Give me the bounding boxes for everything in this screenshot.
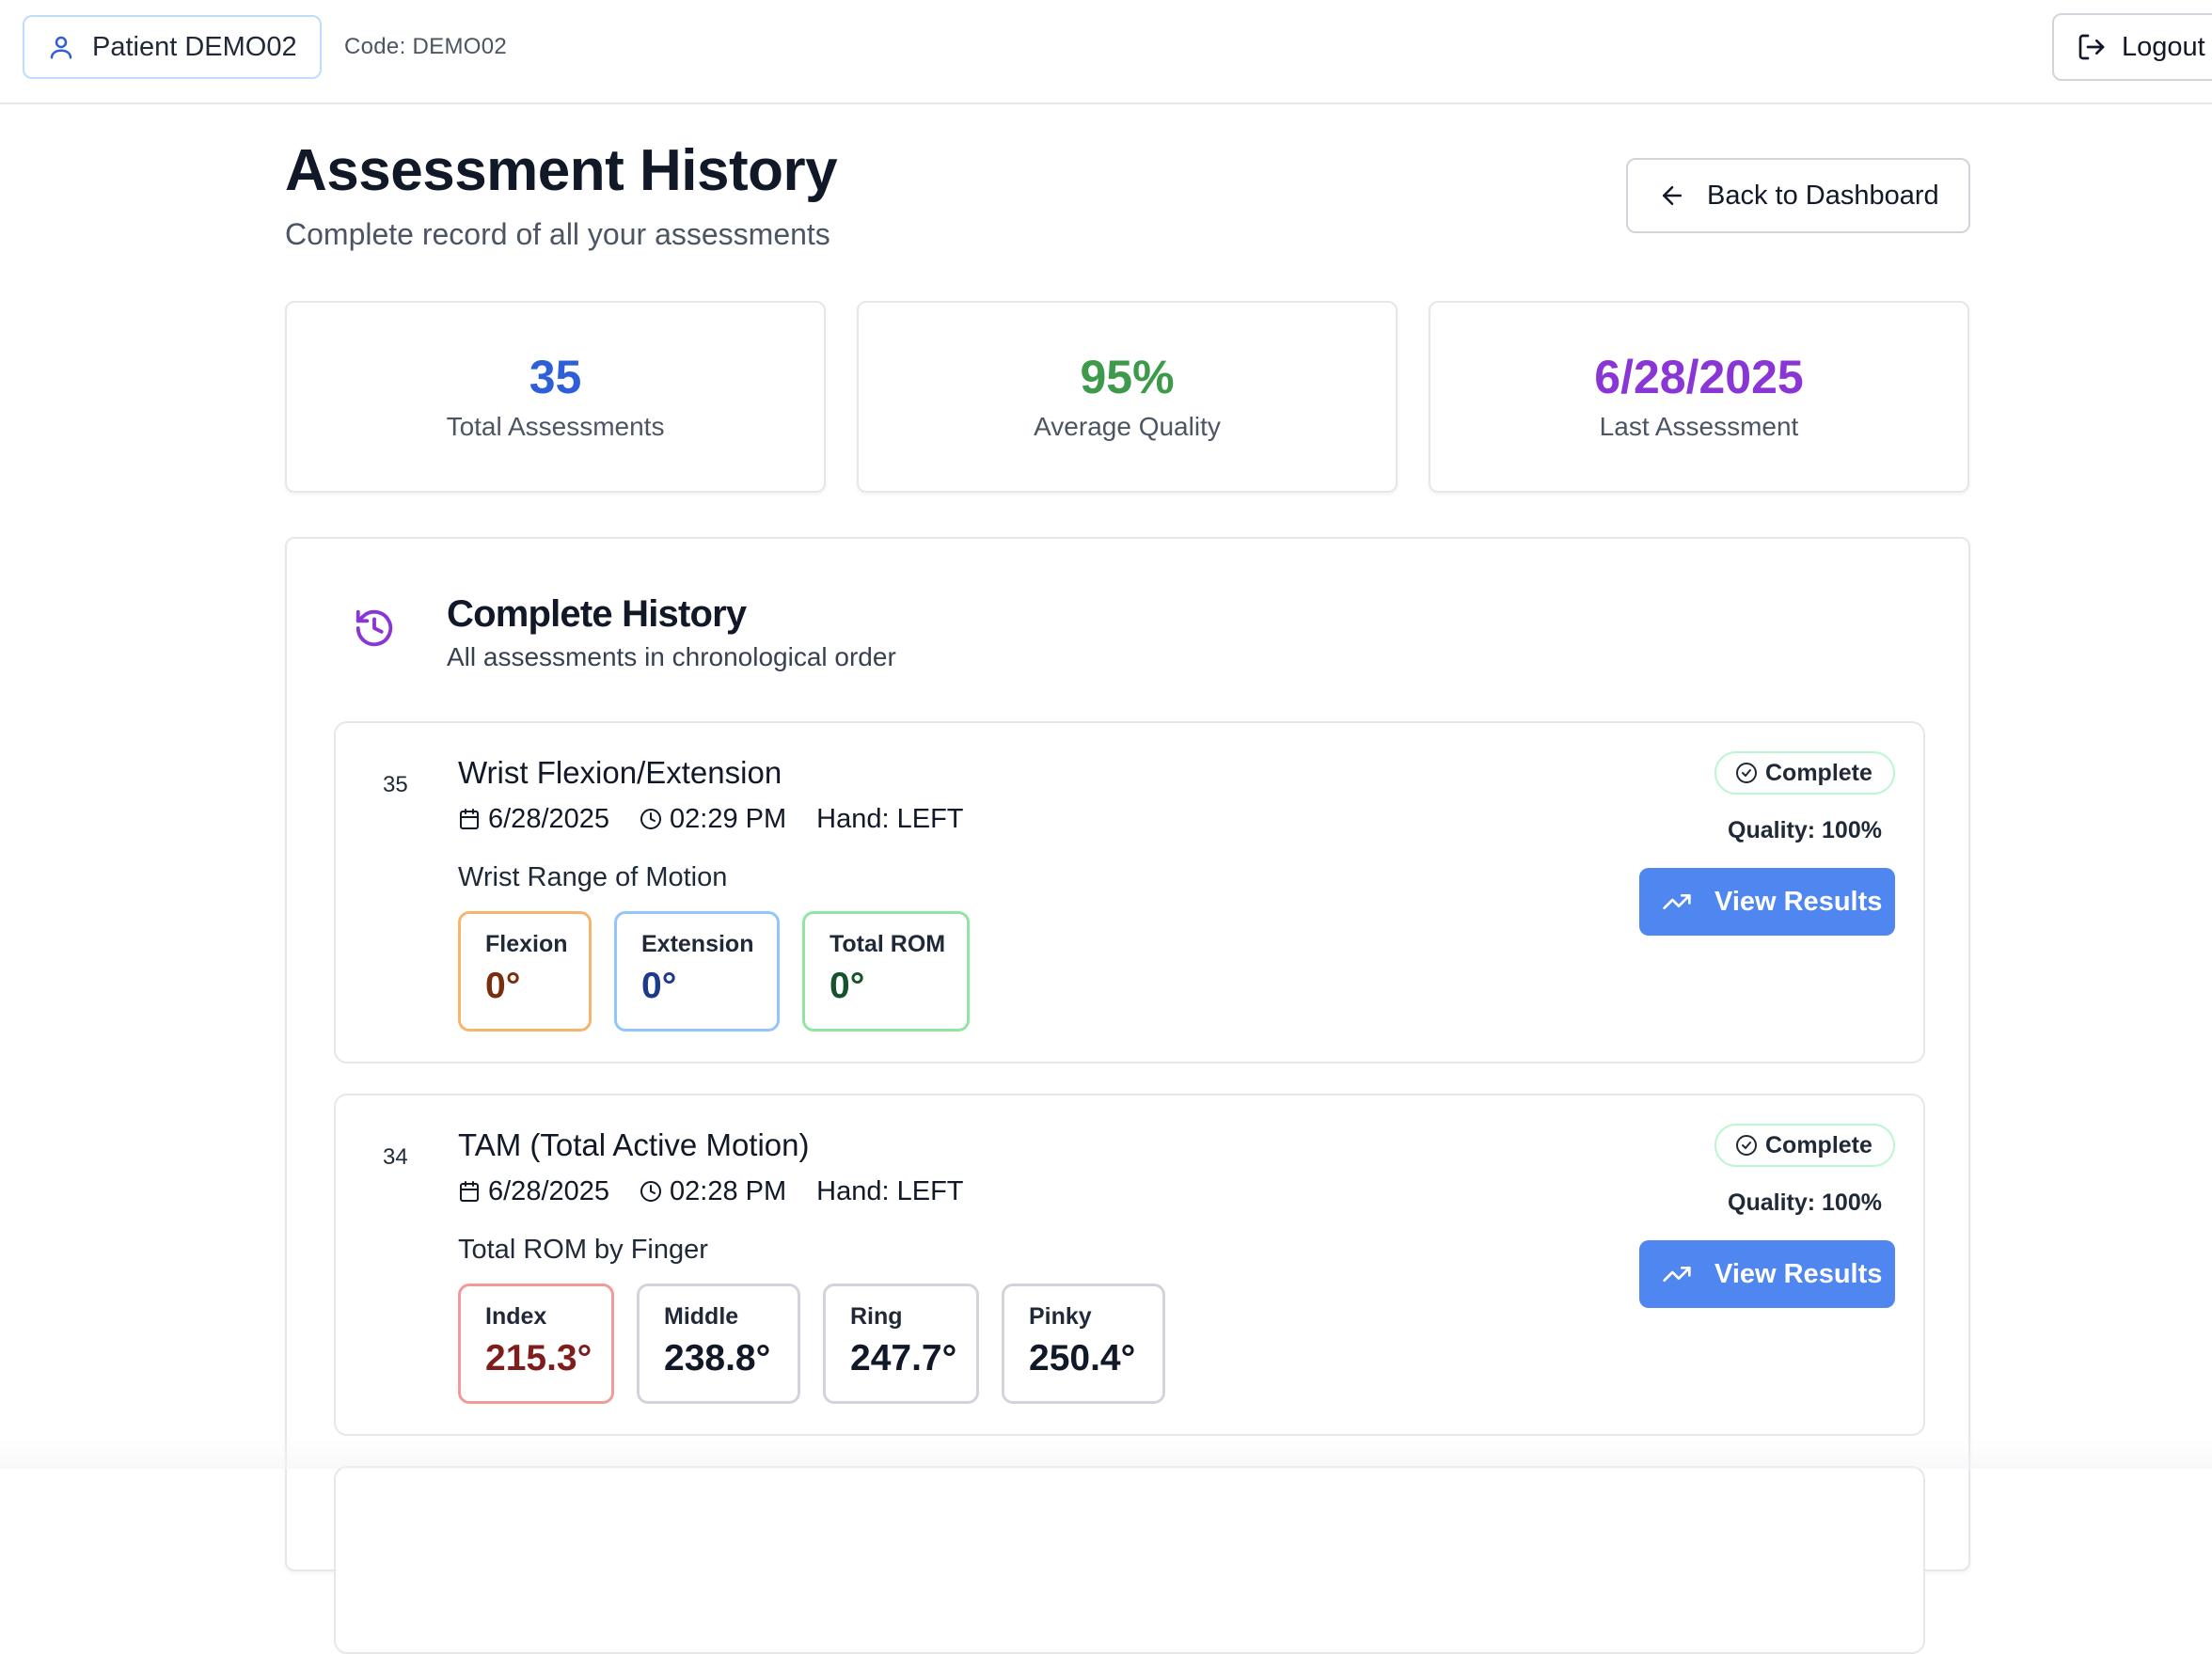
metric-row: Flexion 0° Extension 0° Total ROM 0° (458, 911, 992, 1032)
metric-box-ring: Ring 247.7° (823, 1284, 979, 1404)
metric-box-flexion: Flexion 0° (458, 911, 592, 1032)
assessment-card: 34 TAM (Total Active Motion) 6/28/2025 0… (334, 1094, 1925, 1436)
assessment-time: 02:29 PM (670, 803, 787, 834)
metric-value: 250.4° (1029, 1338, 1136, 1378)
assessment-number: 35 (383, 772, 408, 797)
metric-value: 247.7° (850, 1338, 957, 1378)
metric-heading: Wrist Range of Motion (458, 862, 728, 892)
history-panel: Complete History All assessments in chro… (285, 537, 1970, 1654)
trending-up-icon (1663, 894, 1691, 909)
arrow-left-icon (1663, 186, 1682, 205)
history-title: Complete History (447, 593, 747, 635)
view-results-label: View Results (1714, 1258, 1883, 1289)
scroll-fade (0, 1439, 2212, 1469)
stat-card-total: 35 Total Assessments (285, 301, 826, 493)
assessment-hand: Hand: LEFT (816, 803, 964, 834)
patient-code: Code: DEMO02 (344, 34, 508, 59)
assessment-title: Wrist Flexion/Extension (458, 755, 782, 790)
view-results-label: View Results (1714, 886, 1883, 917)
assessment-hand: Hand: LEFT (816, 1175, 964, 1206)
metric-box-total-rom: Total ROM 0° (802, 911, 970, 1032)
patient-pill[interactable]: Patient DEMO02 (23, 15, 322, 79)
stat-label-total: Total Assessments (446, 412, 665, 441)
metric-label: Total ROM (830, 931, 946, 957)
metric-label: Pinky (1029, 1303, 1092, 1330)
metric-value: 0° (830, 966, 865, 1006)
top-bar: Patient DEMO02 Code: DEMO02 Logout (0, 0, 2212, 104)
metric-label: Ring (850, 1303, 903, 1330)
assessment-time: 02:28 PM (670, 1175, 787, 1206)
metric-row: Index 215.3° Middle 238.8° Ring 247.7° P… (458, 1284, 1188, 1404)
clock-icon (640, 809, 662, 829)
logout-label: Logout (2122, 31, 2205, 62)
back-to-dashboard-button[interactable]: Back to Dashboard (1626, 158, 1970, 233)
trending-up-icon (1663, 1267, 1691, 1282)
page-subtitle: Complete record of all your assessments (285, 217, 830, 251)
assessment-meta: 6/28/2025 02:29 PM Hand: LEFT (458, 802, 964, 836)
back-label: Back to Dashboard (1707, 180, 1939, 211)
status-label: Complete (1765, 759, 1872, 786)
check-circle-icon (1736, 1135, 1757, 1156)
assessment-title: TAM (Total Active Motion) (458, 1127, 810, 1162)
assessment-meta: 6/28/2025 02:28 PM Hand: LEFT (458, 1174, 964, 1208)
metric-label: Middle (664, 1303, 739, 1330)
view-results-button[interactable]: View Results (1639, 1240, 1895, 1308)
assessment-card: 35 Wrist Flexion/Extension 6/28/2025 02:… (334, 721, 1925, 1063)
assessment-date: 6/28/2025 (488, 803, 610, 834)
metric-heading: Total ROM by Finger (458, 1235, 708, 1265)
user-icon (50, 36, 72, 59)
calendar-icon (460, 809, 479, 829)
status-badge: Complete (1714, 751, 1895, 795)
metric-value: 238.8° (664, 1338, 771, 1378)
patient-label: Patient DEMO02 (92, 31, 297, 62)
status-badge: Complete (1714, 1124, 1895, 1167)
quality-score: Quality: 100% (1728, 1189, 1882, 1216)
history-icon (356, 609, 393, 647)
stat-value-total: 35 (529, 351, 582, 403)
metric-box-pinky: Pinky 250.4° (1002, 1284, 1165, 1404)
time-group: 02:29 PM (640, 804, 786, 835)
assessment-date: 6/28/2025 (488, 1175, 610, 1206)
metric-label: Extension (641, 931, 754, 957)
metric-box-middle: Middle 238.8° (637, 1284, 800, 1404)
stat-card-quality: 95% Average Quality (857, 301, 1398, 493)
metric-value: 215.3° (485, 1338, 592, 1378)
metric-label: Index (485, 1303, 547, 1330)
view-results-button[interactable]: View Results (1639, 868, 1895, 936)
stat-value-quality: 95% (1080, 351, 1175, 403)
logout-button[interactable]: Logout (2052, 13, 2212, 81)
assessment-card (334, 1466, 1925, 1654)
history-subtitle: All assessments in chronological order (447, 642, 896, 671)
metric-value: 0° (485, 966, 521, 1006)
metric-box-index: Index 215.3° (458, 1284, 614, 1404)
time-group: 02:28 PM (640, 1176, 786, 1207)
calendar-icon (460, 1181, 479, 1202)
stat-value-last: 6/28/2025 (1594, 351, 1804, 403)
date-group: 6/28/2025 (458, 804, 609, 835)
quality-score: Quality: 100% (1728, 817, 1882, 843)
stat-label-quality: Average Quality (1034, 412, 1221, 441)
date-group: 6/28/2025 (458, 1176, 609, 1207)
logout-icon (2078, 34, 2105, 60)
status-label: Complete (1765, 1131, 1872, 1158)
metric-value: 0° (641, 966, 677, 1006)
metric-box-extension: Extension 0° (614, 911, 780, 1032)
check-circle-icon (1736, 763, 1757, 783)
assessment-number: 34 (383, 1144, 408, 1170)
stat-card-last: 6/28/2025 Last Assessment (1429, 301, 1969, 493)
clock-icon (640, 1181, 662, 1202)
metric-label: Flexion (485, 931, 568, 957)
stat-label-last: Last Assessment (1599, 412, 1799, 441)
page-title: Assessment History (285, 138, 838, 203)
